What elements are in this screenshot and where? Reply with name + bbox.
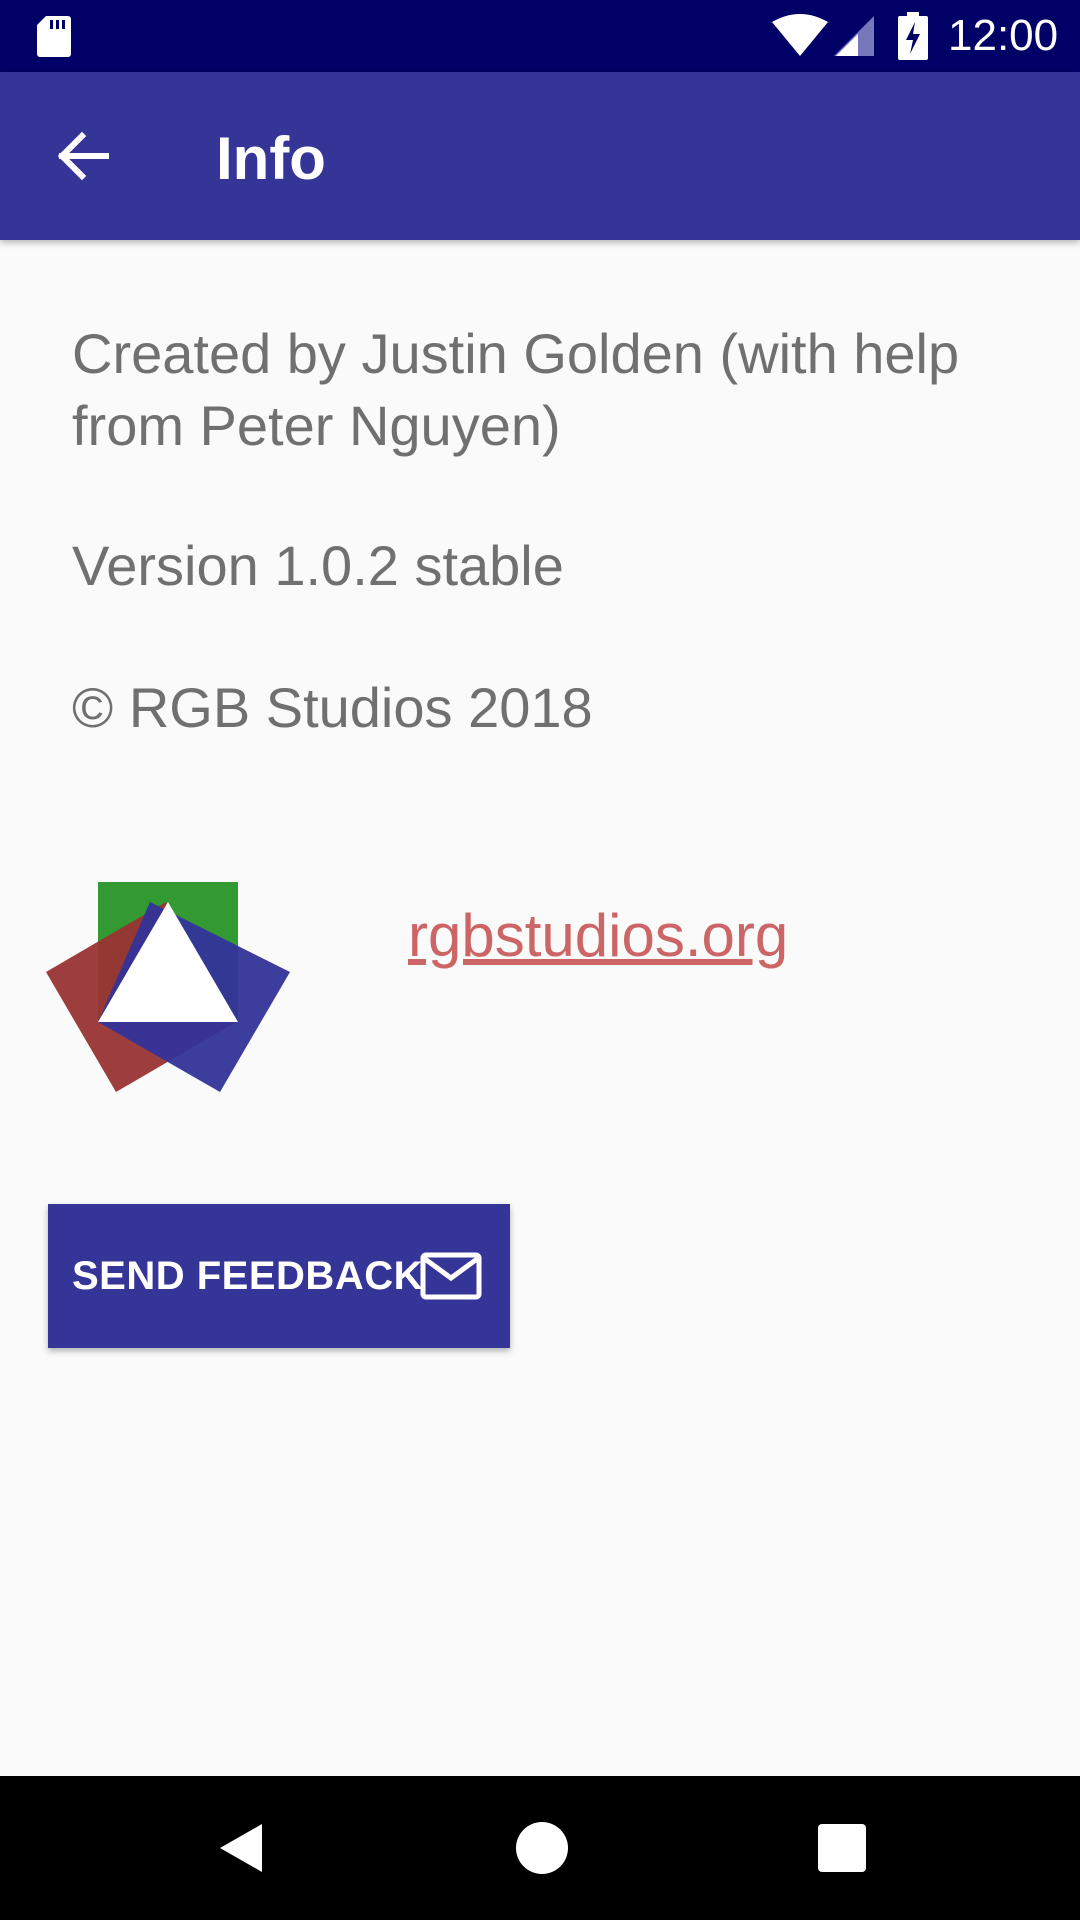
credits-text: Created by Justin Golden (with help from…	[72, 322, 960, 457]
copyright-text: © RGB Studios 2018	[72, 676, 593, 739]
nav-back-icon[interactable]	[214, 1820, 270, 1876]
nav-home-icon[interactable]	[514, 1820, 570, 1876]
app-bar: Info	[0, 72, 1080, 240]
navigation-bar	[0, 1776, 1080, 1920]
version-text: Version 1.0.2 stable	[72, 534, 564, 597]
website-link[interactable]: rgbstudios.org	[408, 900, 788, 972]
arrow-back-icon	[58, 132, 109, 180]
status-bar: 12:00	[0, 0, 1080, 72]
rgb-studios-logo	[46, 882, 290, 1092]
info-screen: 12:00 Info Created by Justin Golden (wit…	[0, 0, 1080, 1920]
status-clock: 12:00	[948, 11, 1059, 60]
page-title: Info	[216, 125, 326, 192]
wifi-icon	[772, 14, 828, 56]
mail-icon	[420, 1252, 482, 1300]
back-button[interactable]	[48, 120, 120, 192]
signal-icon	[834, 16, 874, 56]
send-feedback-label: SEND FEEDBACK	[72, 1254, 423, 1298]
sd-card-icon	[37, 16, 71, 57]
send-feedback-button[interactable]: SEND FEEDBACK	[48, 1204, 510, 1348]
nav-recents-icon[interactable]	[816, 1822, 868, 1874]
battery-charging-icon	[898, 12, 928, 60]
